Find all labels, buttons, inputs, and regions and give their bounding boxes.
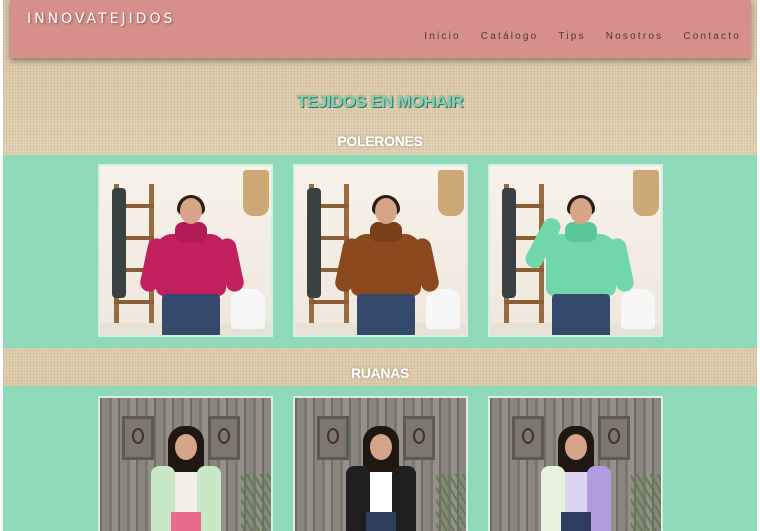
page-title: TEJIDOS EN MOHAIR — [296, 92, 464, 111]
nav-item-catalogo[interactable]: Catálogo — [481, 31, 539, 42]
page: INNOVATEJIDOS Inicio Catálogo Tips Nosot… — [3, 0, 757, 531]
wicker-lamp — [243, 170, 269, 216]
product-photo-ruana-lilac[interactable] — [488, 396, 663, 531]
model-figure — [345, 426, 416, 531]
model-figure — [138, 195, 245, 335]
model-figure — [540, 426, 611, 531]
product-photo-polerón-mint[interactable] — [488, 164, 663, 337]
model-figure — [521, 195, 635, 335]
section-title-ruanas: RUANAS — [350, 365, 410, 381]
nav-item-inicio[interactable]: Inicio — [424, 31, 461, 42]
product-photo-polerón-caramel[interactable] — [293, 164, 468, 337]
ruanas-gallery — [3, 386, 757, 531]
navbar: INNOVATEJIDOS Inicio Catálogo Tips Nosot… — [10, 0, 751, 58]
nav-item-contacto[interactable]: Contacto — [683, 31, 741, 42]
nav-item-nosotros[interactable]: Nosotros — [606, 31, 664, 42]
model-figure — [150, 426, 221, 531]
section-title-polerones: POLERONES — [337, 133, 423, 149]
product-photo-polerón-fuchsia[interactable] — [98, 164, 273, 337]
nav-item-tips[interactable]: Tips — [558, 31, 585, 42]
product-photo-ruana-black-cream[interactable] — [293, 396, 468, 531]
brand-logo-link[interactable]: INNOVATEJIDOS — [27, 11, 175, 27]
main-nav: Inicio Catálogo Tips Nosotros Contacto — [404, 31, 741, 42]
product-photo-ruana-mint-pink[interactable] — [98, 396, 273, 531]
polerones-gallery — [3, 155, 757, 348]
model-figure — [333, 195, 440, 335]
